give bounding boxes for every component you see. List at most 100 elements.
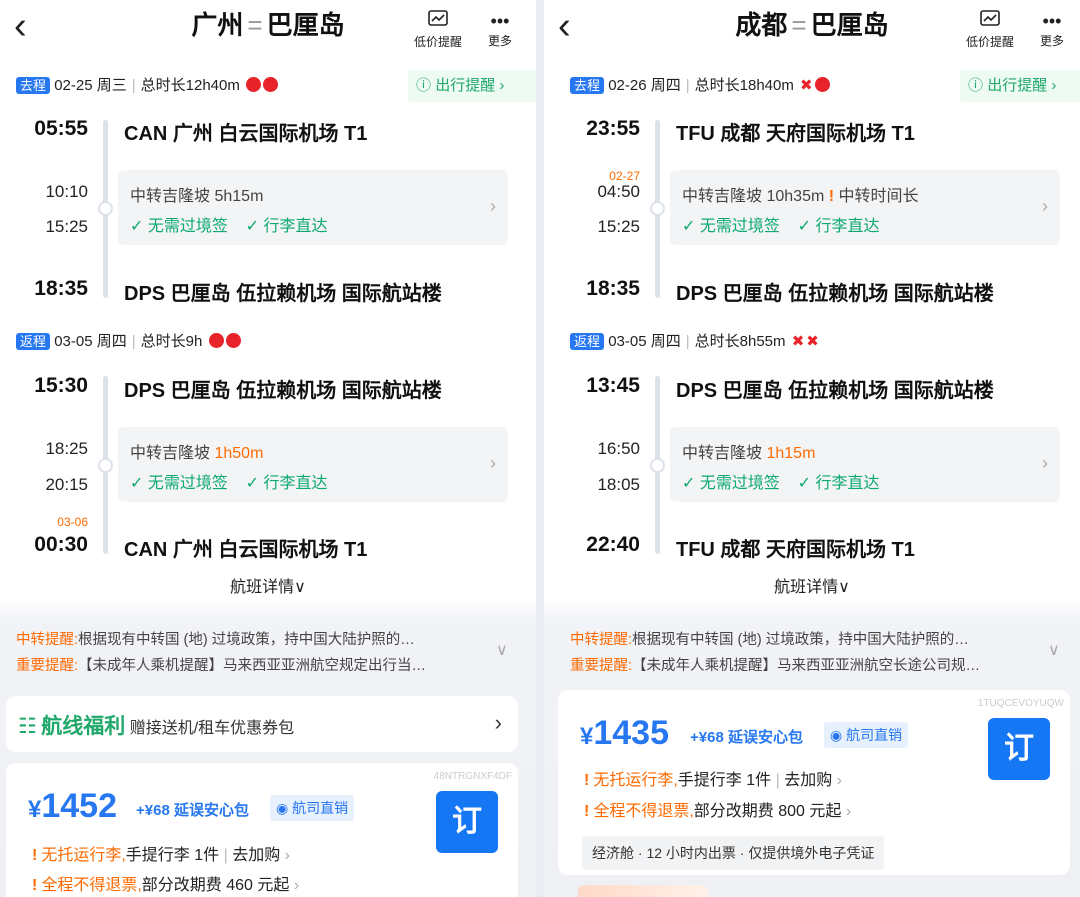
timeline-dot	[98, 201, 113, 216]
transfer-city: 中转吉隆坡	[130, 445, 211, 462]
price-chart-icon	[406, 10, 470, 33]
transfer-features: ✓ 无需过境签 ✓ 行李直达	[130, 212, 328, 236]
return-leg-header: 返程 03-05 周四 | 总时长8h55m ✖ ✖	[570, 331, 819, 353]
delay-package-link[interactable]: +¥68 延误安心包	[136, 799, 249, 820]
important-tip-label: 重要提醒:	[16, 658, 79, 674]
return-tag: 返程	[570, 333, 605, 350]
transfer-info-card[interactable]: 中转吉隆坡 1h50m ✓ 无需过境签 ✓ 行李直达 ›	[118, 427, 508, 502]
leg-date: 03-05 周四	[54, 333, 127, 350]
cabin-info: 经济舱 · 12 小时内出票 · 仅提供境外电子凭证	[582, 836, 885, 870]
welfare-title: 航线福利	[41, 715, 126, 738]
more-button[interactable]: ••• 更多	[1032, 10, 1072, 49]
low-price-alert-button[interactable]: 低价提醒	[958, 10, 1022, 50]
price-value: 1435	[593, 714, 669, 752]
airasia-logo-icon	[225, 333, 241, 348]
check-icon: ✓	[130, 475, 144, 492]
outbound-leg-header: 去程 02-26 周四 | 总时长18h40m ✖	[570, 75, 830, 97]
baggage-text: 手提行李 1件	[677, 772, 772, 789]
transfer-duration: 5h15m	[214, 188, 264, 205]
transfer-info-card[interactable]: 中转吉隆坡 5h15m ✓ 无需过境签 ✓ 行李直达 ›	[118, 170, 508, 245]
more-button[interactable]: ••• 更多	[480, 10, 520, 49]
chevron-right-icon: ›	[1042, 453, 1048, 473]
departure-airport: DPS 巴厘岛 伍拉赖机场 国际航站楼	[124, 380, 442, 402]
transfer-departure-time: 15:25	[597, 217, 640, 236]
departure-time: 15:30	[34, 374, 88, 397]
low-price-label: 低价提醒	[413, 35, 462, 49]
timeline-dot	[650, 201, 665, 216]
next-day-label: 02-27	[609, 169, 640, 183]
travel-notice-button[interactable]: ⓘ 出行提醒 ›	[960, 70, 1080, 102]
low-price-alert-button[interactable]: 低价提醒	[406, 10, 470, 50]
info-circle-icon: ⓘ	[416, 77, 432, 94]
check-icon: ✓	[682, 218, 696, 235]
travel-notice-button[interactable]: ⓘ 出行提醒 ›	[408, 70, 536, 102]
return-tag: 返程	[16, 333, 51, 350]
transfer-city: 中转吉隆坡	[682, 188, 763, 205]
buy-baggage-link[interactable]: 去加购	[784, 772, 832, 789]
warning-exclamation-icon: !	[828, 188, 835, 205]
destination-city: 巴厘岛	[810, 10, 889, 40]
baggage-highlight: 无托运行李,	[41, 847, 126, 864]
fare-offer-card[interactable]: 48NTRGNXF4DF ¥1452 +¥68 延误安心包 ◉ 航司直销 订 !…	[6, 763, 518, 897]
departure-time: 23:55	[586, 117, 640, 140]
book-button[interactable]: 订	[436, 791, 498, 853]
baggage-warning: ! 无托运行李,手提行李 1件 | 去加购 ›	[584, 772, 842, 789]
flight-details-link[interactable]: 航班详情∨	[544, 573, 1080, 597]
refund-text[interactable]: 部分改期费 800 元起	[694, 803, 842, 820]
outbound-leg-header: 去程 02-25 周三 | 总时长12h40m	[16, 75, 279, 97]
airline-direct-badge: ◉ 航司直销	[270, 795, 355, 821]
buy-baggage-link[interactable]: 去加购	[232, 847, 280, 864]
flight-details-link[interactable]: 航班详情∨	[0, 573, 536, 597]
refund-warning: ! 全程不得退票,部分改期费 800 元起 ›	[584, 797, 851, 821]
origin-city: 广州	[191, 10, 244, 40]
transfer-city: 中转吉隆坡	[682, 445, 763, 462]
leg-date: 03-05 周四	[608, 333, 681, 350]
arrival-time: 18:35	[586, 277, 640, 300]
origin-city: 成都	[735, 10, 788, 40]
baggage-text: 手提行李 1件	[125, 847, 220, 864]
price-value: 1452	[41, 787, 117, 825]
expand-tips-chevron-icon[interactable]: ∨	[496, 640, 508, 660]
leg-duration: 总时长8h55m	[694, 333, 786, 350]
expand-tips-chevron-icon[interactable]: ∨	[1048, 640, 1060, 660]
important-tip-text: 【未成年人乘机提醒】马来西亚亚洲航空规定出行当…	[78, 658, 427, 674]
transfer-info-card[interactable]: 中转吉隆坡 1h15m ✓ 无需过境签 ✓ 行李直达 ›	[670, 427, 1060, 502]
transfer-summary: 中转吉隆坡 5h15m	[130, 182, 263, 206]
fare-price: ¥1435	[580, 714, 669, 753]
refund-text[interactable]: 部分改期费 460 元起	[142, 877, 290, 894]
destination-city: 巴厘岛	[266, 10, 345, 40]
no-transit-visa-label: 无需过境签	[699, 218, 780, 235]
departure-time: 13:45	[586, 374, 640, 397]
chevron-right-icon: ›	[494, 710, 502, 735]
route-welfare-banner[interactable]: ☷ 航线福利 赠接送机/租车优惠券包 ›	[6, 696, 518, 752]
important-tip-text: 【未成年人乘机提醒】马来西亚亚洲航空长途公司规…	[632, 658, 981, 674]
book-button[interactable]: 订	[988, 718, 1050, 780]
transfer-arrival-time: 16:50	[597, 439, 640, 458]
transfer-city: 中转吉隆坡	[130, 188, 211, 205]
no-transit-visa-label: 无需过境签	[147, 475, 228, 492]
low-price-label: 低价提醒	[965, 35, 1014, 49]
fare-offer-card[interactable]: 1TUQCEVOYUQW ¥1435 +¥68 延误安心包 ◉ 航司直销 订 !…	[558, 690, 1070, 875]
exclamation-icon: !	[32, 877, 38, 894]
chevron-right-icon: ›	[836, 772, 842, 789]
leg-duration: 总时长12h40m	[140, 77, 240, 94]
exclamation-icon: !	[32, 847, 38, 864]
airasia-logo-icon	[263, 77, 279, 92]
transfer-info-card[interactable]: 中转吉隆坡 10h35m ! 中转时间长 ✓ 无需过境签 ✓ 行李直达 ›	[670, 170, 1060, 245]
transfer-features: ✓ 无需过境签 ✓ 行李直达	[682, 212, 880, 236]
long-transfer-warning: 中转时间长	[838, 188, 919, 205]
travel-notice-label: 出行提醒	[987, 77, 1048, 94]
departure-airport: DPS 巴厘岛 伍拉赖机场 国际航站楼	[676, 380, 994, 402]
leg-date: 02-25 周三	[54, 77, 127, 94]
delay-package-link[interactable]: +¥68 延误安心包	[690, 726, 803, 747]
check-icon: ✓	[245, 475, 260, 492]
timeline-dot	[98, 458, 113, 473]
sichuan-airlines-logo-icon: ✖	[800, 77, 813, 94]
welfare-text: 赠接送机/租车优惠券包	[129, 720, 295, 737]
transfer-departure-time: 15:25	[45, 217, 88, 236]
person-icon: ◉	[276, 800, 289, 816]
offer-code: 48NTRGNXF4DF	[433, 771, 512, 782]
direct-sale-label: 航司直销	[846, 727, 903, 743]
transfer-duration: 10h35m	[766, 188, 825, 205]
transfer-summary: 中转吉隆坡 1h50m	[130, 439, 263, 463]
